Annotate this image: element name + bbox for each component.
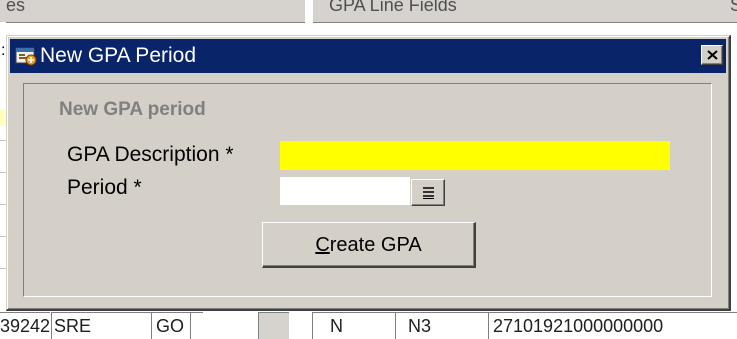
- oracle-forms-window-icon: [15, 47, 37, 66]
- row-button-cell[interactable]: [258, 312, 289, 339]
- period-lov-button[interactable]: [411, 179, 445, 206]
- new-gpa-period-dialog: New GPA Period New GPA period GPA Descri…: [6, 35, 731, 311]
- list-of-values-icon: [423, 187, 434, 199]
- table-row: 39242 SRE GO N N3 27101921000000000: [0, 312, 737, 339]
- column-header-gpa-line-fields: GPA Line Fields: [313, 0, 730, 23]
- dialog-title: New GPA Period: [40, 44, 197, 67]
- row-checkbox-cell[interactable]: [190, 312, 203, 339]
- row-number: 27101921000000000: [493, 316, 664, 336]
- column-header-right-label: S: [730, 0, 737, 15]
- dialog-titlebar[interactable]: New GPA Period: [10, 39, 726, 73]
- row-number-cell[interactable]: 27101921000000000: [488, 312, 737, 339]
- create-gpa-button[interactable]: Create GPA: [262, 222, 476, 268]
- header-gap: [305, 0, 313, 22]
- row-id-cell[interactable]: 39242: [0, 312, 50, 339]
- row-type: GO: [156, 316, 185, 336]
- create-gpa-mnemonic: C: [315, 233, 330, 256]
- row-type-cell[interactable]: GO: [151, 312, 190, 339]
- row-level: N3: [408, 316, 432, 336]
- section-title: New GPA period: [59, 99, 206, 120]
- column-header-left: es: [0, 0, 305, 23]
- row-code: SRE: [54, 316, 92, 336]
- column-header-left-label: es: [6, 0, 26, 15]
- row-id: 39242: [0, 316, 50, 336]
- left-colon: :: [1, 42, 6, 59]
- period-label: Period *: [67, 176, 142, 199]
- period-field[interactable]: [280, 177, 410, 205]
- row-flag: N: [330, 316, 343, 336]
- gpa-description-field[interactable]: [280, 141, 670, 170]
- row-level-cell[interactable]: N3: [395, 312, 488, 339]
- close-button[interactable]: [701, 45, 723, 65]
- row-flag-cell[interactable]: N: [312, 312, 395, 339]
- close-icon: [707, 50, 718, 60]
- column-header-mid-label: GPA Line Fields: [329, 0, 457, 15]
- create-gpa-label: reate GPA: [329, 233, 422, 256]
- gpa-description-label: GPA Description *: [67, 143, 234, 166]
- column-header-right: S: [730, 0, 737, 23]
